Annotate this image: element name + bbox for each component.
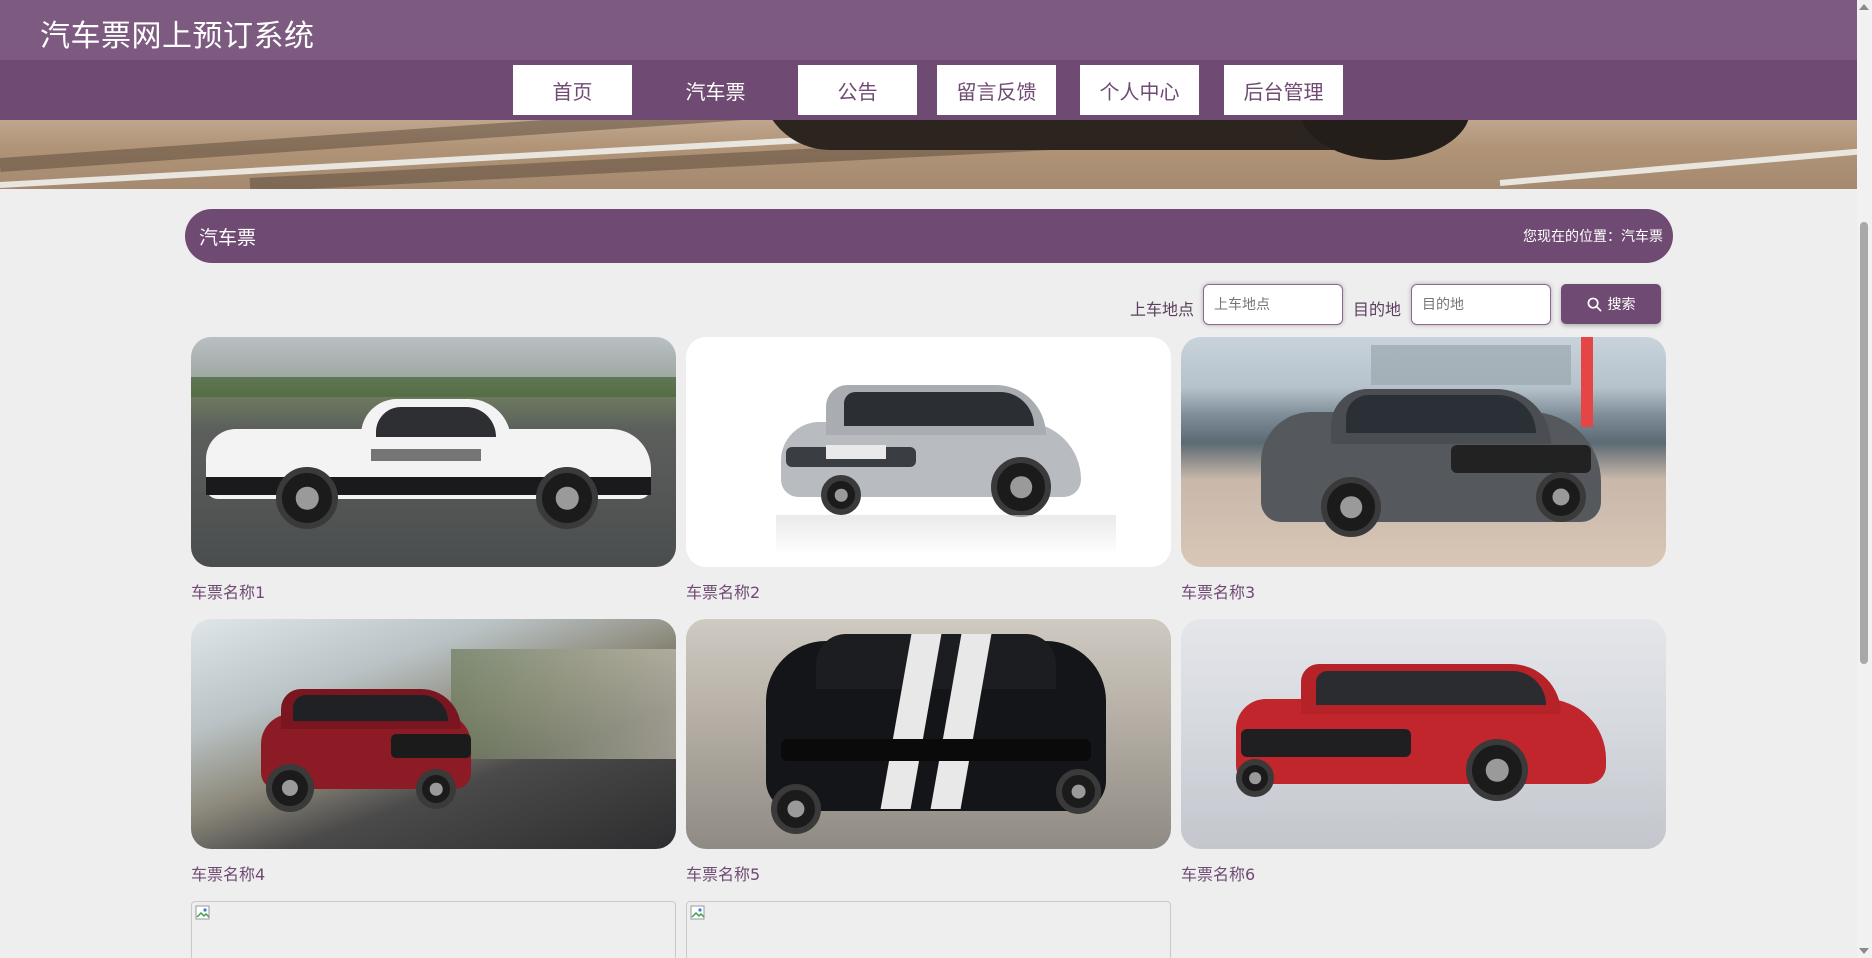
- ticket-card: 车票名称5: [686, 619, 1171, 885]
- search-button-label: 搜索: [1607, 297, 1636, 313]
- ticket-image[interactable]: [1181, 619, 1666, 849]
- ticket-image-placeholder[interactable]: [191, 901, 676, 958]
- scrollbar-thumb[interactable]: [1860, 222, 1868, 664]
- ticket-name[interactable]: 车票名称1: [191, 579, 676, 603]
- pickup-label: 上车地点: [1130, 300, 1195, 319]
- ticket-name[interactable]: 车票名称5: [686, 861, 1171, 885]
- search-button[interactable]: 搜索: [1561, 284, 1661, 324]
- ticket-card: 车票名称6: [1181, 619, 1666, 885]
- pickup-input[interactable]: [1203, 284, 1343, 325]
- destination-input[interactable]: [1411, 284, 1551, 325]
- banner-image: [0, 120, 1857, 189]
- scroll-up-icon[interactable]: [1859, 4, 1869, 10]
- ticket-image[interactable]: [191, 619, 676, 849]
- ticket-image[interactable]: [686, 337, 1171, 567]
- search-icon: [1587, 297, 1601, 311]
- ticket-name[interactable]: 车票名称4: [191, 861, 676, 885]
- ticket-image[interactable]: [191, 337, 676, 567]
- breadcrumb: 您现在的位置：汽车票: [1523, 229, 1663, 245]
- site-title: 汽车票网上预订系统: [40, 19, 315, 54]
- ticket-image[interactable]: [1181, 337, 1666, 567]
- ticket-image[interactable]: [686, 619, 1171, 849]
- scroll-down-icon[interactable]: [1859, 948, 1869, 954]
- ticket-card: 车票名称1: [191, 337, 676, 603]
- section-header: 汽车票 您现在的位置：汽车票: [185, 209, 1673, 263]
- title-bar: 汽车票网上预订系统: [0, 0, 1857, 60]
- ticket-card: 车票名称4: [191, 619, 676, 885]
- broken-image-icon: [195, 905, 210, 920]
- nav-item-feedback[interactable]: 留言反馈: [937, 65, 1056, 115]
- nav-item-user-center[interactable]: 个人中心: [1080, 65, 1199, 115]
- ticket-name[interactable]: 车票名称2: [686, 579, 1171, 603]
- ticket-name[interactable]: 车票名称6: [1181, 861, 1666, 885]
- ticket-card: 车票名称2: [686, 337, 1171, 603]
- nav-item-bus-tickets[interactable]: 汽车票: [656, 65, 775, 115]
- section-title: 汽车票: [199, 227, 257, 249]
- broken-image-icon: [690, 905, 705, 920]
- main-nav: 首页 汽车票 公告 留言反馈 个人中心 后台管理: [0, 60, 1857, 120]
- ticket-name[interactable]: 车票名称3: [1181, 579, 1666, 603]
- ticket-card: 车票名称3: [1181, 337, 1666, 603]
- nav-item-home[interactable]: 首页: [513, 65, 632, 115]
- destination-label: 目的地: [1353, 300, 1402, 319]
- ticket-image-placeholder[interactable]: [686, 901, 1171, 958]
- nav-item-announcements[interactable]: 公告: [798, 65, 917, 115]
- nav-item-admin[interactable]: 后台管理: [1224, 65, 1343, 115]
- page-scrollbar[interactable]: [1857, 0, 1872, 958]
